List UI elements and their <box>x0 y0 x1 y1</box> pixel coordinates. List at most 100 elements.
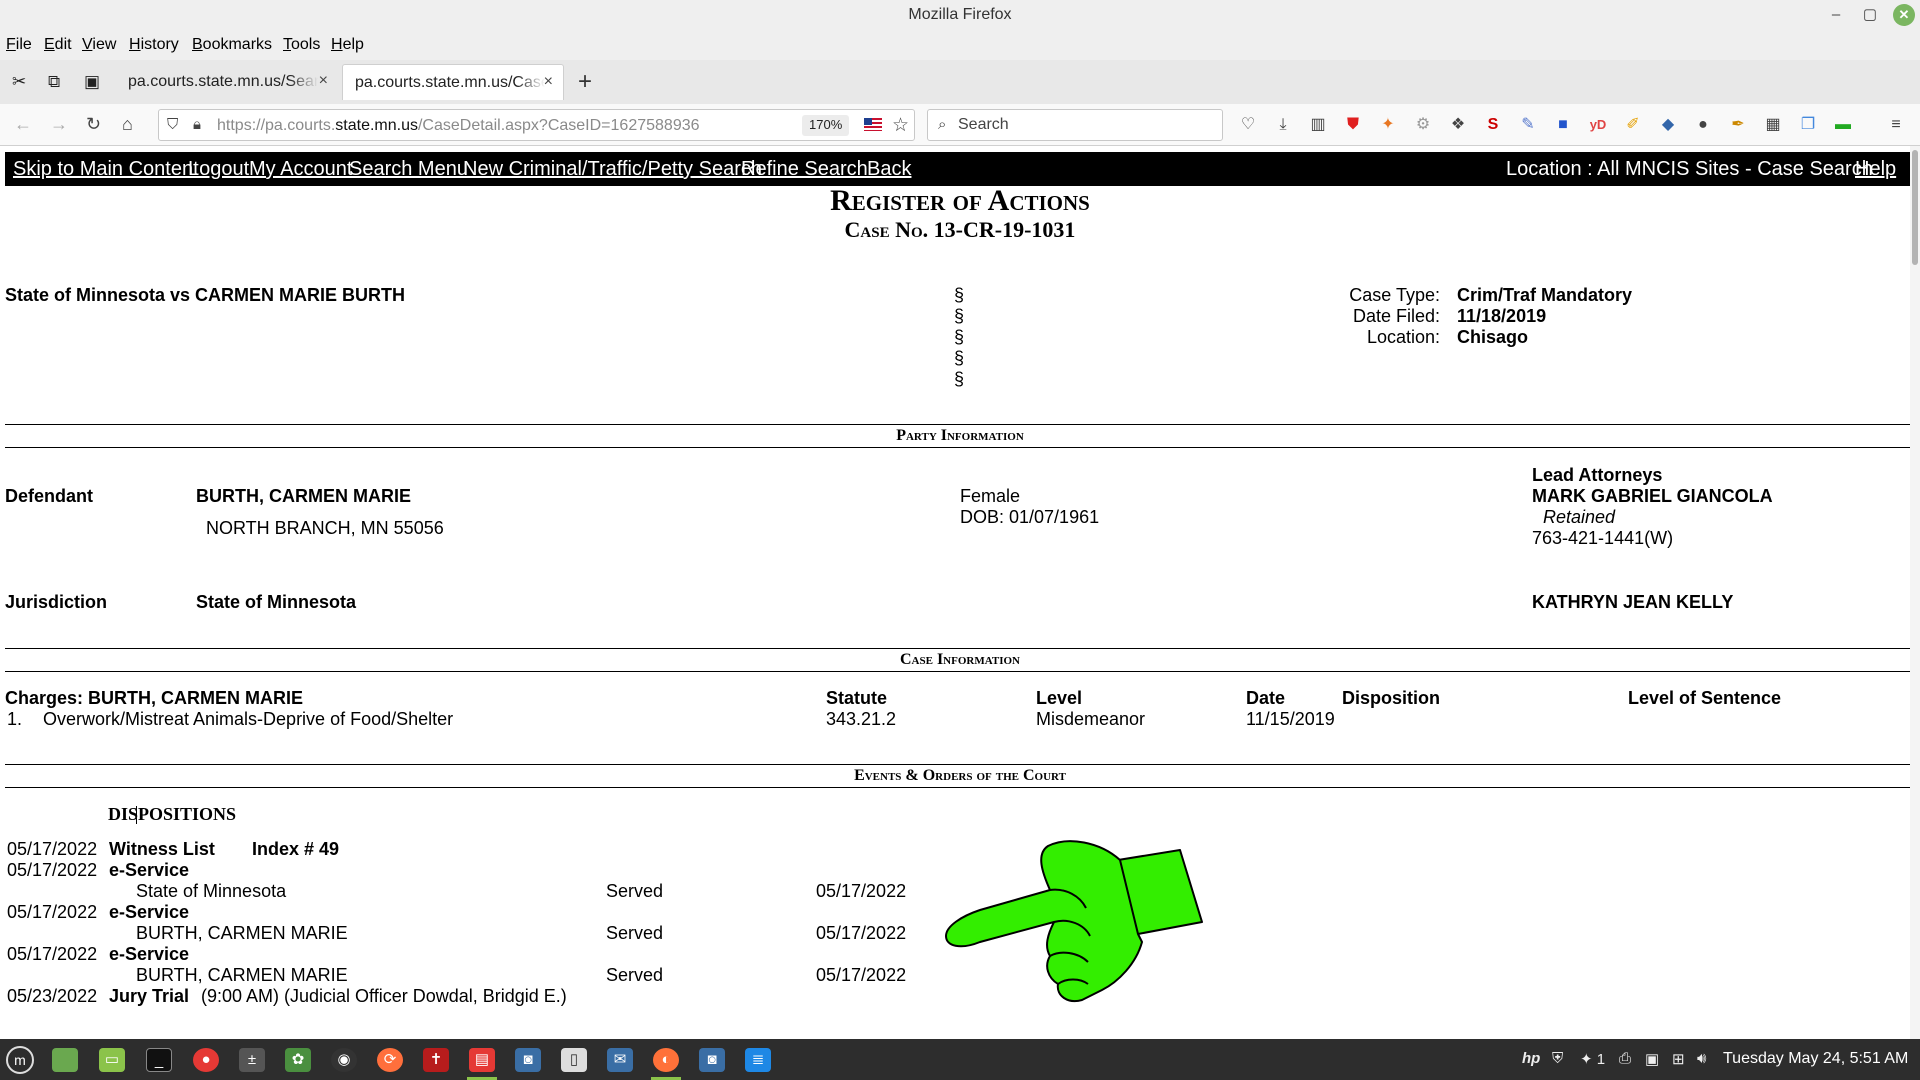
extension-translate-icon[interactable]: ✎ <box>1518 115 1538 135</box>
screenshot-icon[interactable]: ◙ <box>699 1048 725 1072</box>
restore-button[interactable]: ▢ <box>1859 4 1881 26</box>
pocket-icon[interactable]: ♡ <box>1238 115 1258 135</box>
bible-app-icon[interactable]: ✝ <box>423 1048 449 1072</box>
extension-page-icon[interactable]: ❐ <box>1798 115 1818 135</box>
extension-s-icon[interactable]: S <box>1483 115 1503 135</box>
calculator-icon[interactable]: ± <box>239 1048 265 1072</box>
close-tab-icon[interactable]: × <box>319 72 328 90</box>
clipboard-tray-icon[interactable]: ▣ <box>1645 1050 1659 1068</box>
extension-dark-circle-icon[interactable]: ● <box>1693 115 1713 135</box>
close-tab-icon[interactable]: × <box>544 73 553 91</box>
charge-statute: 343.21.2 <box>826 709 897 729</box>
mail-icon[interactable]: ✉ <box>607 1048 633 1072</box>
home-icon[interactable]: ⌂ <box>122 114 133 135</box>
new-search-link[interactable]: New Criminal/Traffic/Petty Search <box>463 158 762 181</box>
reader-view-icon[interactable]: ▥ <box>1308 115 1328 135</box>
my-account-link[interactable]: My Account <box>249 158 352 181</box>
file-manager-icon[interactable]: ▭ <box>99 1048 125 1072</box>
zoom-level-badge[interactable]: 170% <box>802 115 850 136</box>
window-titlebar: Mozilla Firefox – ▢ ✕ <box>0 0 1920 30</box>
lock-icon[interactable]: 🔒︎ <box>193 116 201 133</box>
shield-tray-icon[interactable]: ⛨ <box>1552 1050 1563 1067</box>
event-type: e-Service <box>109 860 190 880</box>
us-flag-icon[interactable] <box>864 118 882 131</box>
window-title: Mozilla Firefox <box>908 6 1012 23</box>
extension-badge-icon[interactable]: ✦ <box>1378 115 1398 135</box>
printer-icon[interactable]: ⎙ <box>1619 1050 1631 1067</box>
help-link[interactable]: Help <box>1855 158 1896 181</box>
firefox-icon[interactable]: ◐ <box>653 1048 679 1072</box>
copy-icon[interactable]: ⧉ <box>48 72 60 92</box>
clipboard-icon[interactable]: ▣ <box>84 72 100 92</box>
case-number: Case No. 13-CR-19-1031 <box>844 217 1076 242</box>
shield-icon[interactable]: ⛉ <box>167 116 178 133</box>
extension-pen-icon[interactable]: ✒ <box>1728 115 1748 135</box>
menu-bookmarks[interactable]: Bookmarks <box>192 36 272 54</box>
sync-icon[interactable]: ⟳ <box>377 1048 403 1072</box>
image-viewer-icon[interactable]: ✿ <box>285 1048 311 1072</box>
back-arrow-icon[interactable]: ← <box>14 114 32 135</box>
new-tab-button[interactable]: + <box>578 68 592 96</box>
tab-search[interactable]: pa.courts.state.mn.us/Search × <box>116 64 338 100</box>
search-menu-link[interactable]: Search Menu <box>349 158 468 181</box>
minimize-button[interactable]: – <box>1825 4 1847 26</box>
forward-arrow-icon[interactable]: → <box>50 114 68 135</box>
extension-feather-icon[interactable]: ✐ <box>1623 115 1643 135</box>
mint-menu-icon[interactable]: m <box>6 1046 34 1074</box>
extension-puzzle-icon[interactable]: ❖ <box>1448 115 1468 135</box>
page-scrollbar[interactable] <box>1910 146 1920 1039</box>
camera-icon[interactable]: ◙ <box>515 1048 541 1072</box>
text-tool-icon[interactable]: ▤ <box>469 1048 495 1072</box>
event-date: 05/17/2022 <box>7 902 98 922</box>
downloads-icon[interactable]: ⤓ <box>1273 115 1293 135</box>
url-bar[interactable]: ⛉ 🔒︎ https://pa.courts.state.mn.us/CaseD… <box>158 109 915 141</box>
section-mark: § <box>954 327 965 347</box>
menu-file[interactable]: File <box>6 36 32 54</box>
taskbar-clock[interactable]: Tuesday May 24, 5:51 AM <box>1723 1050 1908 1068</box>
logout-link[interactable]: Logout <box>188 158 249 181</box>
media-player-icon[interactable]: ● <box>193 1048 219 1072</box>
menu-help[interactable]: Help <box>331 36 364 54</box>
location-field-label: Location: <box>1366 327 1440 347</box>
served-party: State of Minnesota <box>136 881 287 901</box>
extension-grid-icon[interactable]: ▦ <box>1763 115 1783 135</box>
defendant-address: NORTH BRANCH, MN 55056 <box>206 518 444 538</box>
ublock-icon[interactable]: ⛊ <box>1343 115 1363 135</box>
hamburger-menu-icon[interactable]: ≡ <box>1886 115 1906 135</box>
search-icon: ⌕ <box>938 116 947 133</box>
menu-tools[interactable]: Tools <box>283 36 320 54</box>
search-bar[interactable]: ⌕ <box>927 109 1223 141</box>
vpn-icon[interactable]: ◉ <box>331 1048 357 1072</box>
extension-yd-icon[interactable]: yD <box>1588 115 1608 135</box>
extension-counter-icon[interactable]: ■ <box>1553 115 1573 135</box>
hp-icon[interactable]: hp <box>1522 1050 1540 1067</box>
menu-history[interactable]: History <box>129 36 179 54</box>
reload-icon[interactable]: ↻ <box>86 114 101 135</box>
close-window-button[interactable]: ✕ <box>1893 4 1915 26</box>
terminal-icon[interactable]: _ <box>146 1048 172 1072</box>
tab-case-detail[interactable]: pa.courts.state.mn.us/CaseDetail × <box>342 64 564 100</box>
event-date: 05/23/2022 <box>7 986 98 1006</box>
refine-search-link[interactable]: Refine Search <box>741 158 868 181</box>
volume-icon[interactable]: 🔊︎ <box>1697 1050 1706 1067</box>
show-desktop-icon[interactable] <box>52 1048 78 1072</box>
case-type-label: Case Type: <box>1349 285 1440 305</box>
workspace-icon[interactable]: ✦ 1 <box>1580 1050 1605 1068</box>
extension-green-icon[interactable]: ▬ <box>1833 115 1853 135</box>
extension-gear-icon[interactable]: ⚙ <box>1413 115 1433 135</box>
url-text[interactable]: https://pa.courts.state.mn.us/CaseDetail… <box>217 117 700 135</box>
bookmark-star-icon[interactable]: ☆ <box>892 114 909 137</box>
search-input[interactable] <box>958 114 1208 136</box>
menu-view[interactable]: View <box>82 36 116 54</box>
served-party: BURTH, CARMEN MARIE <box>136 965 348 985</box>
section-mark: § <box>954 285 965 305</box>
document-icon[interactable]: ▯ <box>561 1048 587 1072</box>
writer-icon[interactable]: ≣ <box>745 1048 771 1072</box>
scrollbar-thumb[interactable] <box>1912 150 1918 265</box>
menu-edit[interactable]: Edit <box>44 36 72 54</box>
back-link[interactable]: Back <box>867 158 911 181</box>
scissors-icon[interactable]: ✂ <box>12 72 26 92</box>
skip-to-main-content-link[interactable]: Skip to Main Content <box>13 158 199 181</box>
network-icon[interactable]: ⊞ <box>1672 1050 1685 1068</box>
extension-folder-icon[interactable]: ◆ <box>1658 115 1678 135</box>
